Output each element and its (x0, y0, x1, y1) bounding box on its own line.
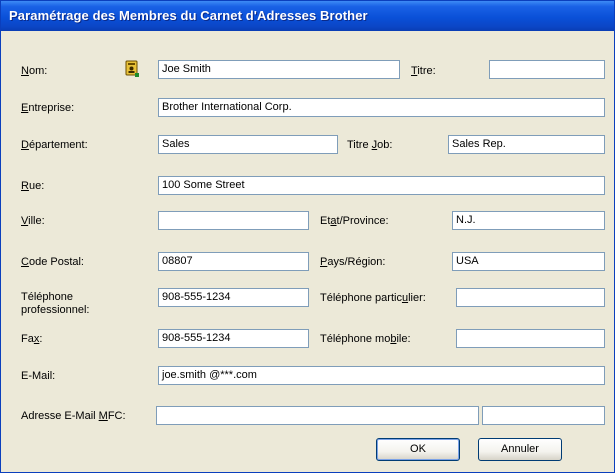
fax-input[interactable]: 908-555-1234 (158, 329, 309, 348)
label-ville: Ville: (21, 215, 45, 227)
label-pays-region: Pays/Région: (320, 256, 386, 268)
label-fax: Fax: (21, 333, 43, 345)
departement-input[interactable]: Sales (158, 135, 338, 154)
email-mfc-input[interactable] (156, 406, 479, 425)
email-mfc-domain-input[interactable] (482, 406, 605, 425)
label-telephone-pro-2: professionnel: (21, 304, 90, 316)
entreprise-input[interactable]: Brother International Corp. (158, 98, 605, 117)
dialog-body: Nom: Joe Smith Titre: Entreprise: Brothe… (1, 31, 614, 472)
label-email-mfc: Adresse E-Mail MFC: (21, 410, 126, 422)
label-titre: Titre: (411, 65, 436, 77)
nom-input[interactable]: Joe Smith (158, 60, 400, 79)
label-nom: Nom: (21, 65, 48, 77)
telephone-particulier-input[interactable] (456, 288, 605, 307)
dialog-window: Paramétrage des Membres du Carnet d'Adre… (0, 0, 615, 473)
email-input[interactable]: joe.smith @***.com (158, 366, 605, 385)
code-postal-input[interactable]: 08807 (158, 252, 309, 271)
label-code-postal: Code Postal: (21, 256, 84, 268)
titre-job-input[interactable]: Sales Rep. (448, 135, 605, 154)
label-departement: Département: (21, 139, 88, 151)
label-telephone-pro-1: Téléphone (21, 291, 73, 303)
label-telephone-particulier: Téléphone particulier: (320, 292, 426, 304)
ville-input[interactable] (158, 211, 309, 230)
window-title: Paramétrage des Membres du Carnet d'Adre… (9, 8, 368, 23)
telephone-mobile-input[interactable] (456, 329, 605, 348)
title-bar[interactable]: Paramétrage des Membres du Carnet d'Adre… (1, 1, 614, 31)
label-rue: Rue: (21, 180, 45, 192)
etat-province-input[interactable]: N.J. (452, 211, 605, 230)
label-entreprise: Entreprise: (21, 102, 75, 114)
cancel-button[interactable]: Annuler (478, 438, 562, 461)
ok-button[interactable]: OK (376, 438, 460, 461)
telephone-pro-input[interactable]: 908-555-1234 (158, 288, 309, 307)
label-telephone-mobile: Téléphone mobile: (320, 333, 411, 345)
titre-input[interactable] (489, 60, 605, 79)
label-email: E-Mail: (21, 370, 56, 382)
pays-region-input[interactable]: USA (452, 252, 605, 271)
rue-input[interactable]: 100 Some Street (158, 176, 605, 195)
label-etat-province: Etat/Province: (320, 215, 389, 227)
label-titre-job: Titre Job: (347, 139, 393, 151)
address-card-icon[interactable] (125, 60, 139, 77)
